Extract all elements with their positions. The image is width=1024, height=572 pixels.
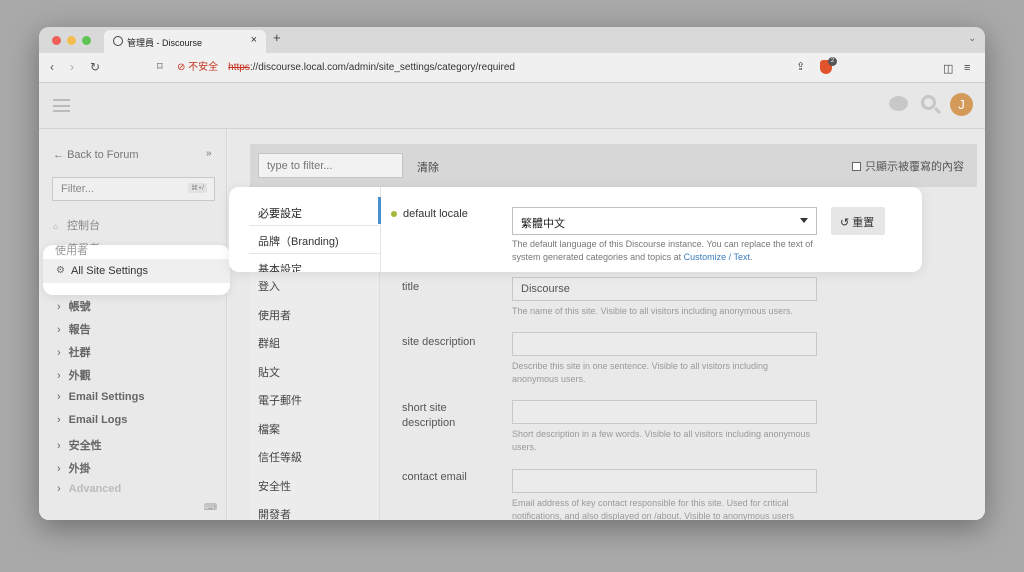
url-scheme: https: [228, 62, 250, 73]
search-icon[interactable]: [921, 95, 936, 110]
shortcut-hint: ⌘+/: [187, 183, 207, 193]
checkbox[interactable]: [852, 162, 861, 171]
tab-title: 管理員 - Discourse: [127, 38, 203, 48]
overridden-indicator: [391, 211, 397, 217]
site-description-input[interactable]: [512, 332, 817, 356]
sidebar-item-all-site-settings[interactable]: ⚙ All Site Settings: [43, 259, 230, 283]
keyboard-icon[interactable]: ⌨: [204, 502, 217, 513]
sidebar-group[interactable]: › Email Logs: [57, 414, 127, 426]
spotlight-default-locale: 必要設定 品牌（Branding) 基本設定 default locale 繁體…: [229, 187, 922, 272]
category-item[interactable]: 群組: [258, 335, 280, 351]
customize-text-link[interactable]: Customize / Text: [684, 252, 750, 262]
site-description-description: Describe this site in one sentence. Visi…: [512, 361, 768, 384]
category-item[interactable]: 開發者: [258, 506, 291, 520]
category-item[interactable]: 檔案: [258, 421, 280, 437]
hamburger-icon[interactable]: [53, 99, 70, 112]
divider: [249, 253, 379, 254]
sidebar-group[interactable]: › Email Settings: [57, 391, 144, 403]
category-item[interactable]: 電子郵件: [258, 392, 302, 408]
tab-bar: 管理員 - Discourse × + ⌄: [39, 27, 985, 53]
sidebar-group[interactable]: › 社群: [57, 344, 91, 360]
clear-filter-button[interactable]: 清除: [417, 159, 439, 175]
address-bar: ‹ › ↻ ⌑ ⊘ 不安全 https://discourse.local.com…: [39, 53, 985, 83]
category-item[interactable]: 貼文: [258, 364, 280, 380]
back-arrow-icon[interactable]: ‹: [50, 60, 54, 74]
url-field[interactable]: ⊘ 不安全 https://discourse.local.com/admin/s…: [177, 58, 837, 78]
shield-count-badge: 2: [828, 57, 837, 66]
title-description: The name of this site. Visible to all vi…: [512, 306, 793, 316]
share-icon[interactable]: ⇪: [796, 60, 805, 73]
avatar[interactable]: J: [950, 93, 973, 116]
settings-filter-input[interactable]: type to filter...: [258, 153, 403, 178]
category-item-basic[interactable]: 基本設定: [258, 261, 302, 272]
setting-label-default-locale: default locale: [403, 208, 468, 220]
contact-email-input[interactable]: [512, 469, 817, 493]
only-overridden-toggle[interactable]: 只顯示被覆寫的內容: [852, 158, 964, 174]
short-site-description-input[interactable]: [512, 400, 817, 424]
gear-icon: ⚙: [56, 265, 65, 276]
minimize-window-button[interactable]: [67, 36, 76, 45]
sidebar-group[interactable]: › Advanced: [57, 483, 121, 495]
category-item[interactable]: 登入: [258, 278, 280, 294]
sidebar-toggle-icon[interactable]: ◫: [943, 62, 953, 75]
reset-button[interactable]: ↺ 重置: [831, 207, 885, 235]
new-tab-button[interactable]: +: [273, 30, 281, 45]
active-category-indicator: [378, 197, 381, 224]
sidebar-group[interactable]: › 安全性: [57, 437, 102, 453]
close-window-button[interactable]: [52, 36, 61, 45]
sidebar-group[interactable]: › 外掛: [57, 460, 91, 476]
title-input[interactable]: Discourse: [512, 277, 817, 301]
back-to-forum-link[interactable]: ← Back to Forum: [53, 149, 139, 161]
forward-arrow-icon[interactable]: ›: [70, 60, 74, 74]
category-item-required[interactable]: 必要設定: [258, 205, 302, 221]
collapse-chevron-icon[interactable]: »: [206, 148, 212, 159]
setting-label-site-description: site description: [402, 336, 476, 348]
browser-tab[interactable]: 管理員 - Discourse ×: [104, 30, 266, 53]
default-locale-select[interactable]: 繁體中文: [512, 207, 817, 235]
menu-icon[interactable]: ≡: [964, 62, 970, 74]
category-item[interactable]: 信任等級: [258, 449, 302, 465]
site-header: J: [39, 83, 985, 129]
sidebar-group[interactable]: › 帳號: [57, 298, 91, 314]
chat-icon[interactable]: [889, 96, 908, 111]
bookmark-icon[interactable]: ⌑: [157, 60, 163, 73]
category-item[interactable]: 使用者: [258, 307, 291, 323]
short-site-description-description: Short description in a few words. Visibl…: [512, 429, 810, 452]
close-tab-icon[interactable]: ×: [251, 34, 257, 46]
maximize-window-button[interactable]: [82, 36, 91, 45]
setting-label-title: title: [402, 281, 420, 293]
globe-icon: [113, 36, 123, 46]
sidebar-group[interactable]: › 報告: [57, 321, 91, 337]
category-list-highlight: 必要設定 品牌（Branding) 基本設定: [229, 187, 381, 272]
dropdown-caret-icon: [800, 218, 808, 223]
default-locale-description: The default language of this Discourse i…: [512, 239, 813, 262]
setting-label-contact-email: contact email: [402, 471, 467, 483]
sidebar-item-users-partial: 使用者: [55, 245, 88, 257]
home-icon: ⌂: [53, 222, 58, 231]
reload-icon[interactable]: ↻: [90, 60, 100, 74]
setting-label-short-site-description: short site description: [402, 402, 456, 429]
category-item[interactable]: 安全性: [258, 478, 291, 494]
sidebar-group[interactable]: › 外觀: [57, 367, 91, 383]
admin-sidebar: ← Back to Forum » Filter... ⌘+/ ⌂控制台 ☺使用…: [39, 129, 227, 520]
url-path: ://discourse.local.com/admin/site_settin…: [249, 62, 515, 73]
sidebar-filter-input[interactable]: Filter... ⌘+/: [52, 177, 215, 201]
settings-filter-bar: type to filter... 清除 只顯示被覆寫的內容: [250, 144, 977, 187]
undo-icon: ↺: [840, 217, 850, 229]
divider: [249, 225, 379, 226]
tab-list-chevron-icon[interactable]: ⌄: [968, 33, 976, 44]
insecure-warning: ⊘ 不安全: [177, 62, 219, 73]
contact-email-description: Email address of key contact responsible…: [512, 498, 795, 520]
sidebar-item-dashboard[interactable]: ⌂ 控制台: [53, 217, 100, 233]
spotlight-sidebar: 使用者 ⚙ All Site Settings: [43, 245, 230, 295]
category-item-branding[interactable]: 品牌（Branding): [258, 233, 339, 249]
